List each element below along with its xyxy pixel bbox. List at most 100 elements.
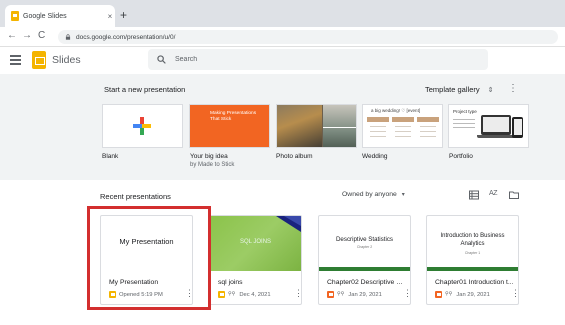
file-meta: ⚲⚲ Jan 29, 2021 (435, 291, 490, 298)
file-name: Chapter01 Introduction t... (435, 279, 514, 286)
search-input[interactable] (175, 56, 475, 63)
template-sub: by Made to Stick (190, 162, 235, 168)
portfolio-text-line (453, 119, 475, 120)
template-blank[interactable] (102, 104, 183, 148)
template-gallery-button[interactable]: Template gallery ⇕ (425, 85, 493, 94)
file-more-icon[interactable]: ⋮ (185, 289, 192, 298)
url-text: docs.google.com/presentation/u/0/ (76, 33, 176, 41)
thumbnail-corner-decoration (276, 216, 301, 232)
template-portfolio[interactable]: Project type (448, 104, 529, 148)
tab-strip: Google Slides × + (0, 0, 565, 27)
file-more-icon[interactable]: ⋮ (403, 289, 410, 298)
file-more-icon[interactable]: ⋮ (294, 289, 301, 298)
tab-google-slides[interactable]: Google Slides × (5, 5, 115, 27)
forward-icon[interactable]: → (22, 30, 32, 41)
template-label: Photo album (276, 153, 313, 160)
new-tab-button[interactable]: + (120, 9, 127, 21)
list-view-icon[interactable] (469, 190, 479, 200)
recent-presentations-title: Recent presentations (100, 192, 171, 201)
file-card-my-presentation[interactable]: My Presentation My Presentation Opened 5… (100, 215, 193, 305)
photo-divider (323, 127, 356, 128)
slides-logo-icon[interactable] (32, 51, 46, 69)
template-thumb-text: a big wedding! ♡ [event] (371, 108, 421, 113)
slides-file-icon (218, 291, 225, 298)
file-card-sql-joins[interactable]: SQL JOINS sql joins ⚲⚲ Dec 4, 2021 ⋮ (209, 215, 302, 305)
template-thumb-text: Project type (453, 109, 477, 114)
file-thumbnail: Descriptive Statistics Chapter 2 (319, 216, 410, 271)
thumbnail-title: My Presentation (119, 237, 174, 246)
shared-icon: ⚲⚲ (228, 291, 236, 297)
url-bar[interactable]: docs.google.com/presentation/u/0/ (58, 30, 558, 44)
thumbnail-accent-bar (319, 267, 410, 271)
thumbnail-title: Introduction to Business Analytics (440, 233, 505, 247)
photo-image (277, 105, 322, 147)
thumbnail-subtitle: Chapter 1 (464, 251, 481, 255)
template-wedding[interactable]: a big wedding! ♡ [event] (362, 104, 443, 148)
phone-image (512, 117, 523, 138)
owned-by-dropdown[interactable]: Owned by anyone ▾ (342, 191, 405, 198)
powerpoint-file-icon (327, 291, 334, 298)
file-name: My Presentation (109, 279, 159, 286)
file-thumbnail: Introduction to Business Analytics Chapt… (427, 216, 518, 271)
template-gallery-label: Template gallery (425, 85, 480, 94)
file-card-chapter01[interactable]: Introduction to Business Analytics Chapt… (426, 215, 519, 305)
file-thumbnail: SQL JOINS (210, 216, 301, 271)
search-icon[interactable] (157, 55, 166, 64)
file-date: Dec 4, 2021 (239, 291, 271, 298)
file-date: Jan 29, 2021 (456, 291, 490, 298)
thumbnail-title: SQL JOINS (239, 239, 272, 245)
slides-favicon-icon (11, 11, 19, 21)
file-more-icon[interactable]: ⋮ (511, 289, 518, 298)
template-label: Your big idea (190, 153, 228, 160)
thumbnail-subtitle: Chapter 2 (356, 245, 373, 249)
thumbnail-title: Descriptive Statistics (335, 236, 394, 243)
back-icon[interactable]: ← (7, 30, 17, 41)
file-meta: ⚲⚲ Dec 4, 2021 (218, 291, 271, 298)
app-name[interactable]: Slides (52, 54, 81, 66)
plus-icon-bar (133, 124, 151, 128)
reload-icon[interactable]: C (38, 30, 45, 41)
lock-icon (65, 34, 71, 40)
shared-icon: ⚲⚲ (445, 291, 453, 297)
thumbnail-accent-bar (427, 267, 518, 271)
laptop-base (477, 135, 515, 138)
address-bar-row: ← → C docs.google.com/presentation/u/0/ (0, 27, 565, 47)
template-section-title: Start a new presentation (104, 85, 186, 94)
main-menu-icon[interactable] (10, 55, 21, 65)
shared-icon: ⚲⚲ (337, 291, 345, 297)
slides-file-icon (109, 291, 116, 298)
wedding-column (417, 117, 439, 144)
app-header: Slides (0, 47, 565, 74)
file-meta: ⚲⚲ Jan 29, 2021 (327, 291, 382, 298)
template-label: Portfolio (449, 153, 473, 160)
search-box[interactable] (148, 49, 488, 70)
portfolio-text-line (453, 123, 475, 124)
portfolio-text-line (453, 127, 475, 128)
template-section: Start a new presentation Template galler… (0, 74, 565, 180)
file-date: Jan 29, 2021 (348, 291, 382, 298)
expand-collapse-icon: ⇕ (487, 86, 494, 94)
sort-az-icon[interactable]: A Z (489, 190, 497, 197)
wedding-column (392, 117, 414, 144)
template-photo-album[interactable] (276, 104, 357, 148)
powerpoint-file-icon (435, 291, 442, 298)
template-thumb-text: Making Presentations That Stick (210, 111, 257, 122)
file-thumbnail: My Presentation (101, 216, 192, 271)
tab-title: Google Slides (23, 12, 67, 20)
owned-by-label: Owned by anyone (342, 191, 397, 198)
wedding-column (367, 117, 389, 144)
tab-close-icon[interactable]: × (105, 12, 115, 21)
template-label: Wedding (362, 153, 388, 160)
file-meta: Opened 5:19 PM (109, 291, 163, 298)
file-date: Opened 5:19 PM (119, 291, 163, 298)
laptop-image (481, 115, 511, 135)
template-label: Blank (102, 153, 119, 160)
file-card-chapter02[interactable]: Descriptive Statistics Chapter 2 Chapter… (318, 215, 411, 305)
browser-window: Google Slides × + ← → C docs.google.com/… (0, 0, 565, 325)
file-name: Chapter02 Descriptive St... (327, 279, 407, 286)
template-more-icon[interactable]: ⋮ (508, 83, 518, 94)
dropdown-caret-icon: ▾ (401, 192, 405, 198)
folder-icon[interactable] (509, 190, 519, 200)
template-big-idea[interactable]: Making Presentations That Stick (189, 104, 270, 148)
file-name: sql joins (218, 279, 243, 286)
